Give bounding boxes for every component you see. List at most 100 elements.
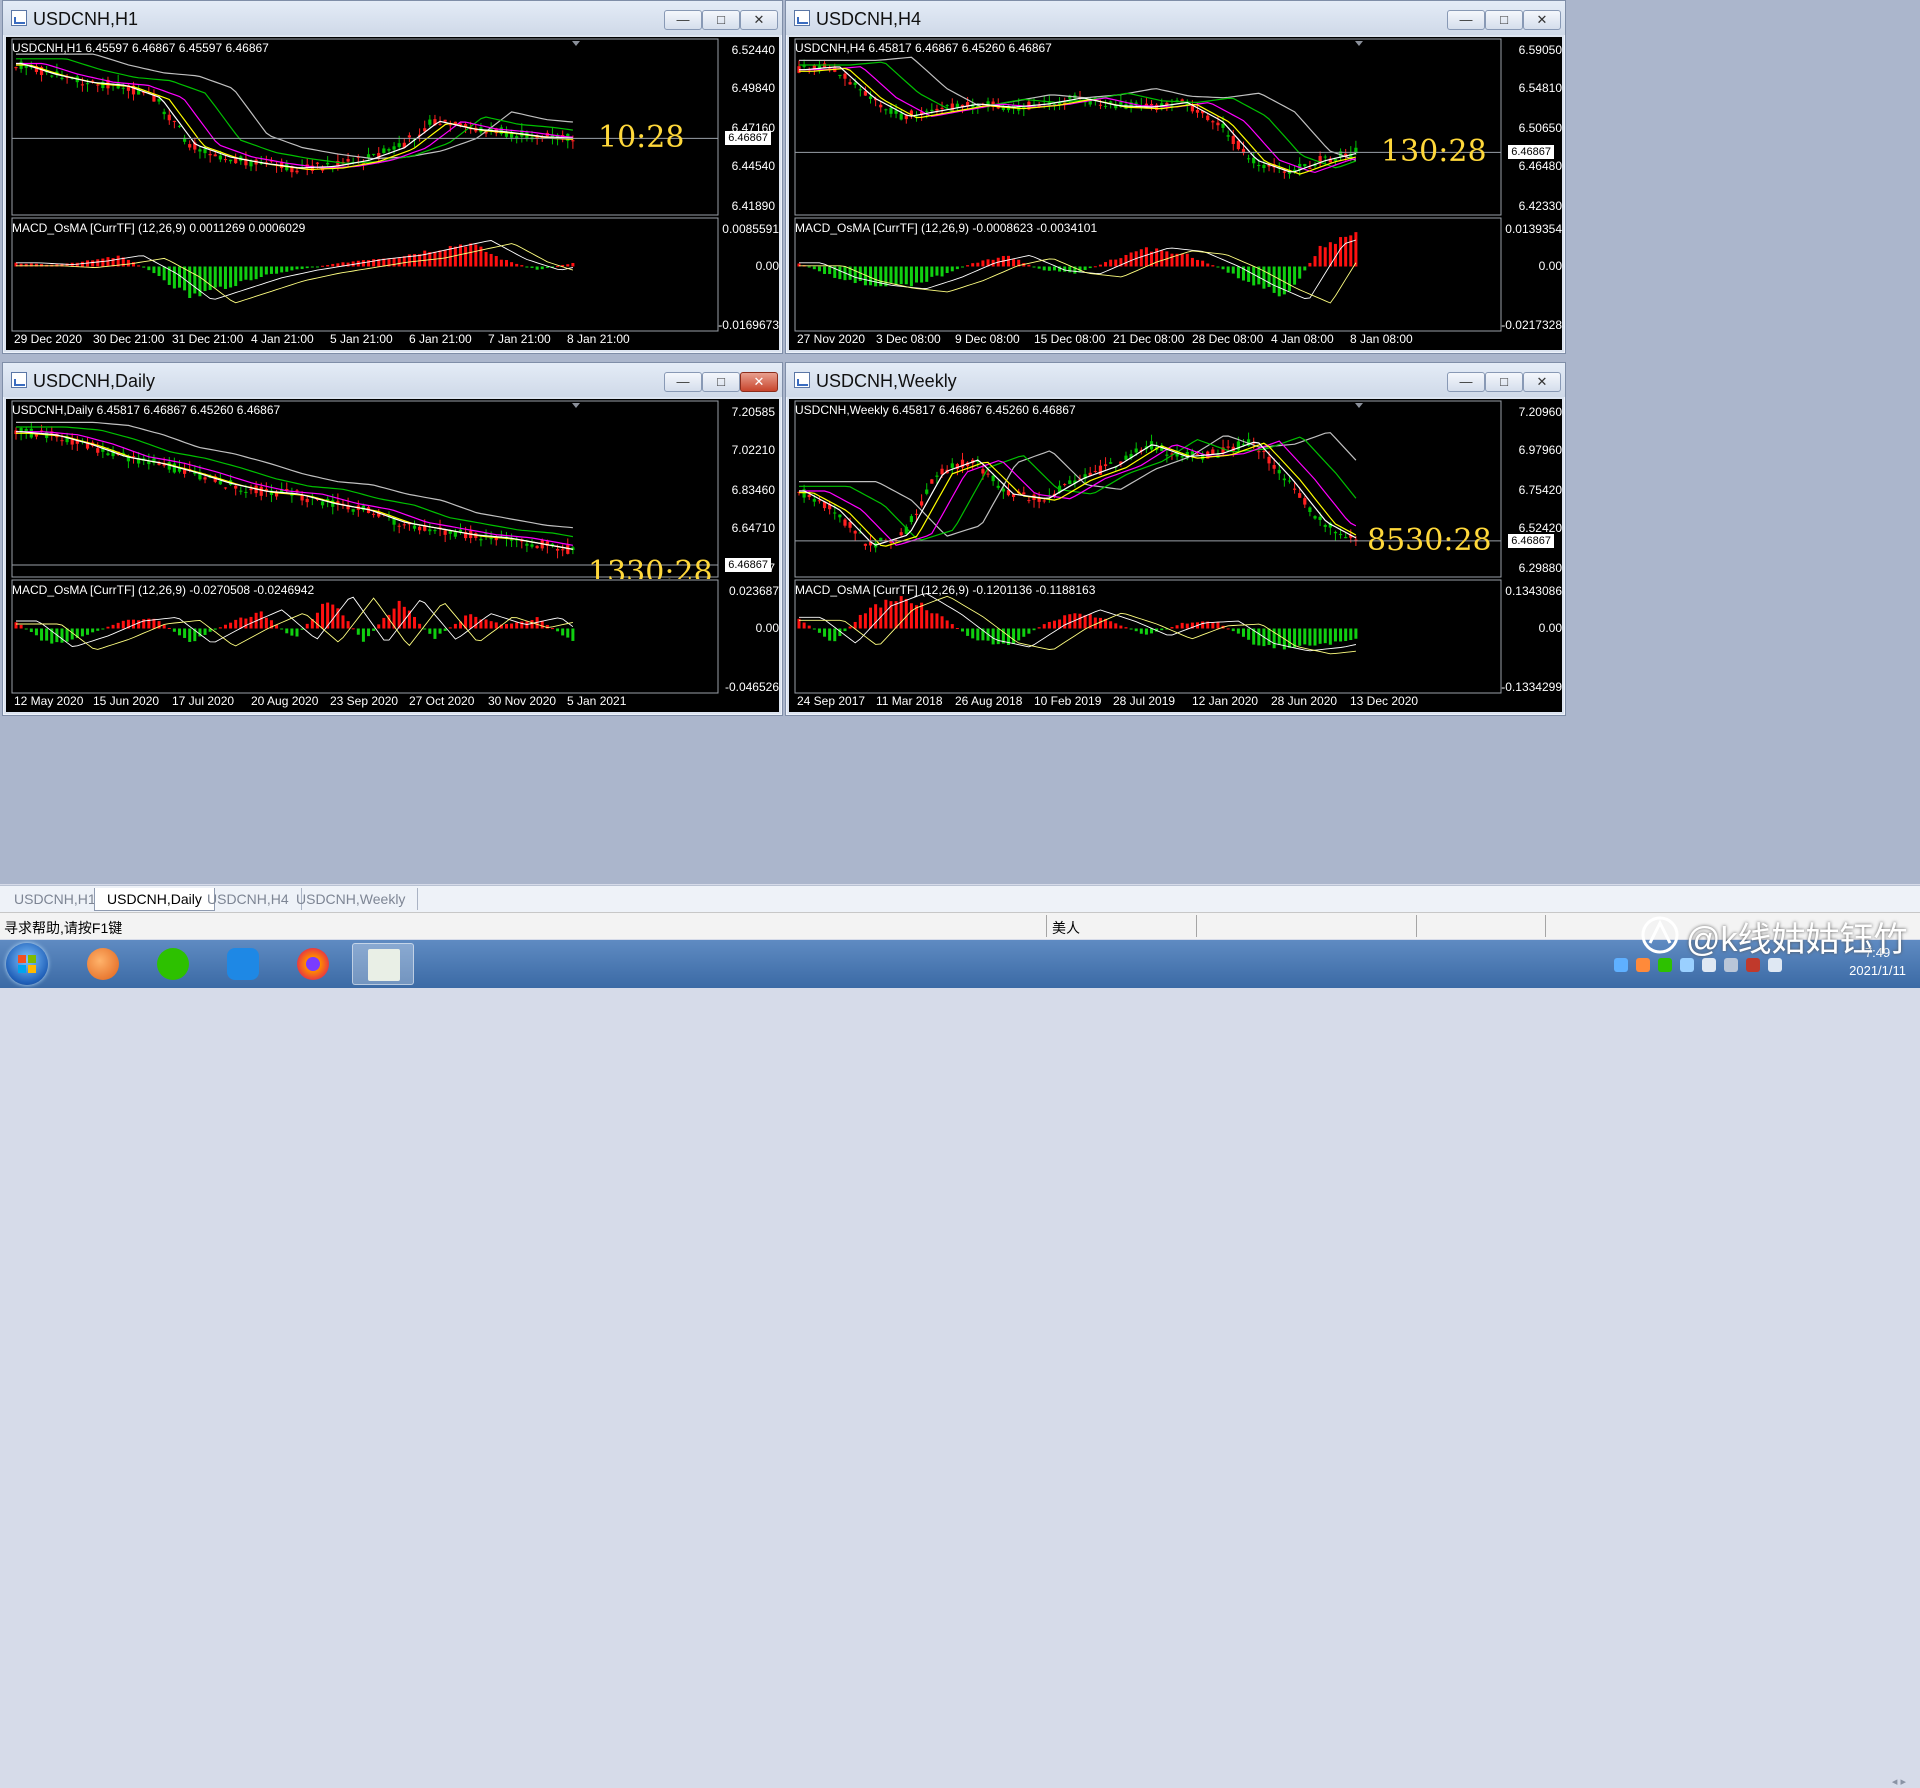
time-axis-label: 4 Jan 08:00 — [1271, 332, 1334, 346]
chart-window-icon — [794, 372, 810, 388]
foxmail-icon[interactable] — [72, 943, 134, 985]
macd-histogram-bar — [1078, 613, 1082, 629]
macd-histogram-bar — [853, 621, 857, 629]
macd-header: MACD_OsMA [CurrTF] (12,26,9) -0.1201136 … — [795, 583, 1096, 597]
macd-histogram-bar — [346, 621, 350, 629]
candle-body — [351, 509, 355, 512]
macd-histogram-bar — [1206, 263, 1210, 267]
tab-usdcnh-h1[interactable]: USDCNH,H1 — [2, 888, 109, 910]
moving-average-line — [16, 62, 573, 169]
macd-histogram-bar — [1216, 621, 1220, 629]
window-titlebar[interactable]: USDCNH,H1 — □ ✕ — [3, 1, 782, 35]
window-titlebar[interactable]: USDCNH,H4 — □ ✕ — [786, 1, 1565, 35]
candle-body — [899, 113, 903, 120]
candle-body — [198, 149, 202, 152]
candle-body — [1323, 524, 1327, 527]
time-axis-label: 21 Dec 08:00 — [1113, 332, 1185, 346]
macd-signal-line — [16, 597, 573, 650]
macd-histogram-bar — [1318, 245, 1322, 267]
macd-axis-label: 0.0139354 — [1505, 222, 1562, 236]
chart-canvas[interactable]: USDCNH,Weekly 6.45817 6.46867 6.45260 6.… — [789, 399, 1562, 712]
current-price-tag: 6.46867 — [725, 558, 771, 572]
maximize-button[interactable]: □ — [1485, 10, 1523, 30]
time-axis-label: 27 Nov 2020 — [797, 332, 866, 346]
time-axis-label: 13 Dec 2020 — [1350, 694, 1419, 708]
metatrader-icon[interactable] — [352, 943, 414, 985]
tab-scroll-arrows[interactable]: ◂ ▸ — [1892, 1775, 1906, 1788]
candle-body — [812, 498, 816, 502]
candle-body — [853, 82, 857, 85]
close-button[interactable]: ✕ — [740, 10, 778, 30]
macd-histogram-bar — [1231, 628, 1235, 632]
candle-body — [981, 469, 985, 474]
macd-histogram-bar — [101, 628, 105, 630]
chart-window-weekly[interactable]: USDCNH,Weekly — □ ✕ USDCNH,Weekly 6.45817 6.… — [785, 362, 1566, 716]
tray-wechat-icon[interactable] — [1658, 958, 1672, 972]
tab-usdcnh-weekly[interactable]: USDCNH,Weekly — [284, 888, 419, 910]
macd-histogram-bar — [1109, 621, 1113, 629]
candle-body — [60, 77, 64, 79]
maximize-button[interactable]: □ — [1485, 372, 1523, 392]
price-axis-label: 6.83460 — [731, 483, 775, 497]
status-help-text: 寻求帮助,请按F1键 — [4, 920, 123, 936]
time-axis-label: 17 Jul 2020 — [172, 694, 235, 708]
tray-app-icon[interactable] — [1636, 958, 1650, 972]
candle-body — [925, 110, 929, 112]
macd-histogram-bar — [106, 626, 110, 629]
macd-histogram-bar — [14, 622, 18, 629]
minimize-button[interactable]: — — [664, 10, 702, 30]
candle-body — [1103, 105, 1108, 107]
macd-histogram-bar — [817, 628, 821, 633]
candle-body — [228, 159, 233, 162]
candle-body — [817, 500, 822, 502]
chart-canvas[interactable]: USDCNH,H4 6.45817 6.46867 6.45260 6.4686… — [789, 37, 1562, 350]
candle-body — [1252, 157, 1256, 164]
chart-window-h1[interactable]: USDCNH,H1 — □ ✕ USDCNH,H1 6.45597 6.46867 6.… — [2, 0, 783, 354]
chart-window-h4[interactable]: USDCNH,H4 — □ ✕ USDCNH,H4 6.45817 6.46867 6.… — [785, 0, 1566, 354]
macd-histogram-bar — [1098, 617, 1102, 629]
maximize-button[interactable]: □ — [702, 10, 740, 30]
macd-histogram-bar — [1124, 254, 1128, 267]
chart-canvas[interactable]: USDCNH,Daily 6.45817 6.46867 6.45260 6.4… — [6, 399, 779, 712]
close-button[interactable]: ✕ — [1523, 372, 1561, 392]
price-axis-label: 6.64710 — [731, 521, 775, 535]
close-button[interactable]: ✕ — [1523, 10, 1561, 30]
macd-histogram-bar — [484, 251, 488, 267]
start-orb-icon[interactable] — [6, 943, 48, 985]
firefox-icon[interactable] — [282, 943, 344, 985]
macd-histogram-bar — [24, 628, 28, 630]
candle-body — [555, 548, 560, 551]
macd-histogram-bar — [494, 622, 498, 629]
chart-canvas[interactable]: USDCNH,H1 6.45597 6.46867 6.45597 6.4686… — [6, 37, 779, 350]
macd-histogram-bar — [392, 257, 396, 267]
candle-body — [223, 159, 228, 161]
price-header: USDCNH,Daily 6.45817 6.46867 6.45260 6.4… — [12, 403, 281, 417]
macd-histogram-bar — [234, 266, 238, 287]
macd-histogram-bar — [321, 603, 325, 629]
minimize-button[interactable]: — — [1447, 10, 1485, 30]
window-titlebar[interactable]: USDCNH,Weekly — □ ✕ — [786, 363, 1565, 397]
candle-body — [172, 463, 176, 473]
macd-histogram-bar — [1052, 266, 1056, 271]
maximize-button[interactable]: □ — [702, 372, 740, 392]
macd-histogram-bar — [356, 628, 360, 635]
chart-window-daily[interactable]: USDCNH,Daily — □ ✕ USDCNH,Daily 6.45817 6.46… — [2, 362, 783, 716]
macd-histogram-bar — [1160, 250, 1164, 267]
candle-body — [571, 140, 575, 142]
close-button[interactable]: ✕ — [740, 372, 778, 392]
chart-window-icon — [11, 372, 27, 388]
tray-network-icon[interactable] — [1614, 958, 1628, 972]
minimize-button[interactable]: — — [664, 372, 702, 392]
candle-body — [1093, 470, 1097, 472]
macd-histogram-bar — [177, 628, 181, 636]
wechat-icon[interactable] — [142, 943, 204, 985]
macd-histogram-bar — [899, 266, 903, 285]
macd-histogram-bar — [904, 598, 908, 629]
pen-icon[interactable] — [212, 943, 274, 985]
window-titlebar[interactable]: USDCNH,Daily — □ ✕ — [3, 363, 782, 397]
minimize-button[interactable]: — — [1447, 372, 1485, 392]
macd-histogram-bar — [1293, 266, 1297, 285]
macd-histogram-bar — [1196, 259, 1200, 267]
candle-body — [1109, 462, 1113, 464]
macd-histogram-bar — [1339, 628, 1343, 642]
